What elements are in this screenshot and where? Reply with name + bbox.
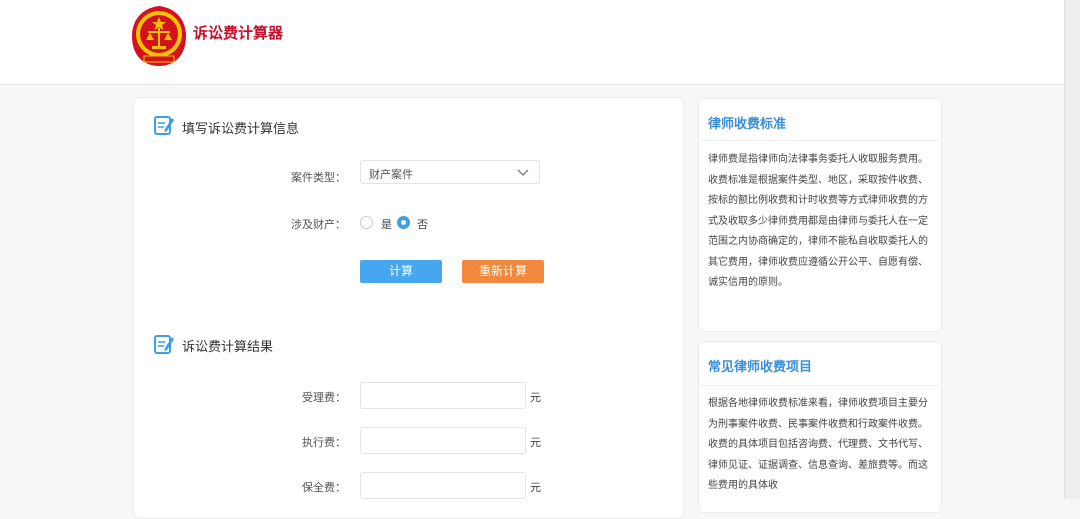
execution-fee-input[interactable] — [360, 427, 526, 454]
reset-button[interactable]: 重新计算 — [462, 260, 544, 283]
execution-fee-label: 执行费： — [302, 436, 346, 449]
header: 诉讼费计算器 — [0, 0, 1080, 85]
app-title: 诉讼费计算器 — [193, 24, 284, 42]
edit-form-icon — [154, 116, 174, 135]
preservation-fee-unit: 元 — [530, 481, 541, 494]
case-type-value: 财产案件 — [369, 168, 413, 181]
court-emblem-icon — [132, 6, 186, 66]
case-type-label: 案件类型： — [291, 171, 346, 184]
acceptance-fee-unit: 元 — [530, 391, 541, 404]
radio-yes[interactable] — [360, 216, 373, 229]
result-section-title: 诉讼费计算结果 — [182, 340, 274, 355]
input-section-title: 填写诉讼费计算信息 — [182, 122, 300, 137]
case-type-select[interactable]: 财产案件 — [360, 160, 540, 184]
radio-yes-label: 是 — [381, 218, 392, 231]
acceptance-fee-label: 受理费： — [302, 391, 346, 404]
common-fee-items-text: 根据各地律师收费标准来看，律师收费项目主要分为刑事案件收费、民事案件收费和行政案… — [708, 398, 928, 491]
calculate-button[interactable]: 计算 — [360, 260, 442, 283]
chevron-down-icon — [517, 169, 529, 176]
common-fee-items-title[interactable]: 常见律师收费项目 — [708, 356, 812, 375]
execution-fee-unit: 元 — [530, 436, 541, 449]
radio-no[interactable] — [397, 216, 410, 229]
edit-form-icon — [154, 335, 174, 354]
divider — [698, 385, 940, 386]
lawyer-fee-standard-title[interactable]: 律师收费标准 — [708, 113, 786, 132]
acceptance-fee-input[interactable] — [360, 382, 526, 409]
lawyer-fee-standard-text: 律师费是指律师向法律事务委托人收取服务费用。收费标准是根据案件类型、地区，采取按… — [708, 154, 928, 288]
preservation-fee-input[interactable] — [360, 472, 526, 499]
divider — [698, 140, 940, 141]
preservation-fee-label: 保全费： — [302, 481, 346, 494]
radio-no-label: 否 — [417, 218, 428, 231]
property-label: 涉及财产： — [291, 218, 346, 231]
page-scrollbar[interactable] — [1064, 0, 1080, 499]
